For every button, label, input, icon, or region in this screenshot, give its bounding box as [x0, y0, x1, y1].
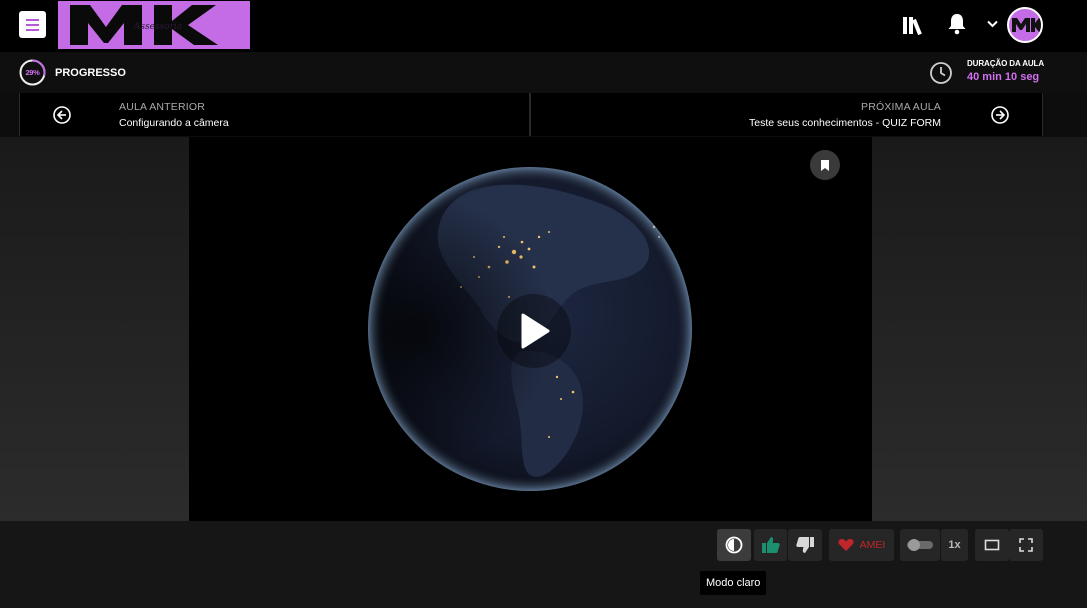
thumbs-up-icon — [761, 537, 780, 553]
next-lesson-link[interactable]: PRÓXIMA AULA Teste seus conhecimentos - … — [530, 93, 1043, 136]
menu-button[interactable] — [19, 11, 46, 38]
library-icon[interactable] — [902, 15, 928, 35]
logo-subtext: Assessoria — [133, 22, 182, 32]
previous-lesson-title: Configurando a câmera — [119, 117, 229, 129]
logo[interactable]: Assessoria — [58, 1, 250, 49]
previous-lesson-label: AULA ANTERIOR — [119, 101, 206, 113]
fullscreen-button[interactable] — [1009, 529, 1043, 561]
speed-button[interactable]: 1x — [941, 529, 968, 561]
chevron-down-icon[interactable] — [987, 20, 998, 28]
progress-percent: 29% — [25, 68, 40, 77]
play-button[interactable] — [497, 294, 571, 368]
autoplay-toggle[interactable] — [900, 529, 940, 561]
bell-icon[interactable] — [947, 13, 967, 35]
top-bar: Assessoria — [0, 0, 1087, 52]
player-controls: AMEI 1x Modo claro — [0, 521, 1087, 608]
video-player[interactable] — [189, 137, 872, 521]
duration-label: DURAÇÃO DA AULA — [967, 59, 1045, 68]
theater-mode-button[interactable] — [975, 529, 1009, 561]
bookmark-button[interactable] — [810, 150, 840, 180]
video-stage — [0, 137, 1087, 521]
previous-lesson-link[interactable]: AULA ANTERIOR Configurando a câmera — [19, 93, 530, 136]
duration-value: 40 min 10 seg — [967, 71, 1040, 83]
toggle-icon — [907, 539, 933, 551]
next-lesson-label: PRÓXIMA AULA — [860, 101, 941, 113]
arrow-right-circle-icon — [991, 106, 1009, 124]
heart-icon — [838, 539, 854, 551]
play-icon — [521, 313, 550, 349]
lesson-navigation: AULA ANTERIOR Configurando a câmera PRÓX… — [0, 93, 1087, 137]
progress-label: PROGRESSO — [55, 67, 126, 79]
logo-mark: Assessoria — [70, 5, 218, 45]
fullscreen-icon — [1019, 538, 1033, 552]
progress-bar: 29% PROGRESSO DURAÇÃO DA AULA 40 min 10 … — [0, 52, 1087, 93]
clock-icon — [930, 62, 952, 84]
bookmark-icon — [821, 159, 829, 171]
contrast-icon — [725, 536, 743, 554]
next-lesson-title: Teste seus conhecimentos - QUIZ FORM — [749, 117, 941, 129]
light-mode-button[interactable] — [717, 529, 751, 561]
thumbs-down-icon — [796, 537, 814, 553]
love-button[interactable]: AMEI — [829, 529, 894, 561]
avatar[interactable] — [1007, 7, 1043, 43]
like-button[interactable] — [754, 529, 787, 561]
dislike-button[interactable] — [788, 529, 822, 561]
arrow-left-circle-icon — [53, 106, 71, 124]
theater-mode-icon — [984, 539, 1000, 551]
love-label: AMEI — [859, 539, 886, 551]
hamburger-icon — [26, 18, 39, 21]
tooltip: Modo claro — [700, 571, 767, 595]
